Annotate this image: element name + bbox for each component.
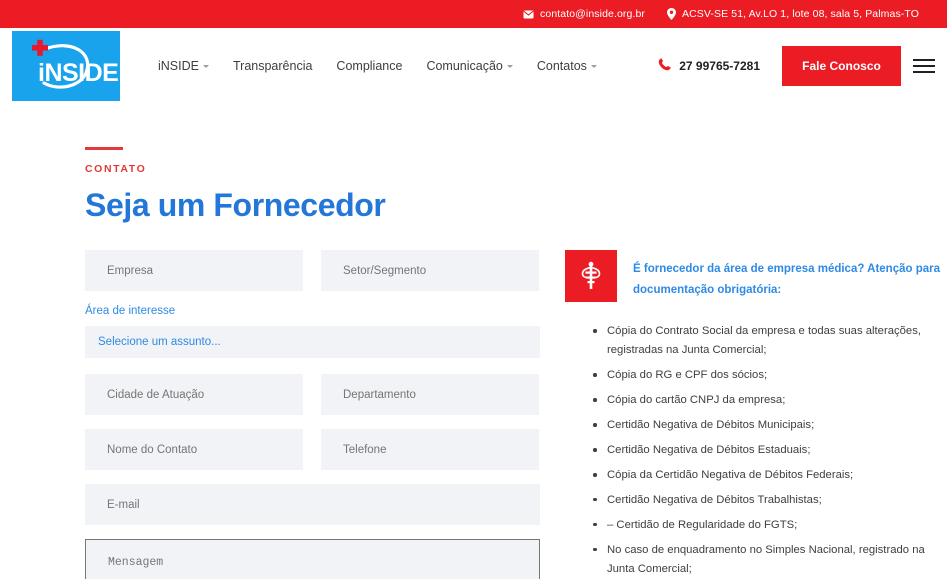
setor-segmento-input[interactable] [321, 250, 539, 291]
list-item: Cópia do cartão CNPJ da empresa; [593, 391, 945, 410]
phone-icon [657, 57, 672, 75]
nav-label: Transparência [232, 58, 313, 73]
supplier-docs-aside: É fornecedor da área de empresa médica? … [565, 250, 945, 579]
page-title: Seja um Fornecedor [85, 187, 386, 223]
topbar-address-text: ACSV-SE 51, Av.LO 1, lote 08, sala 5, Pa… [682, 8, 919, 20]
topbar-address[interactable]: ACSV-SE 51, Av.LO 1, lote 08, sala 5, Pa… [667, 8, 919, 20]
list-item: Certidão Negativa de Débitos Estaduais; [593, 441, 945, 460]
nav-item-transparencia[interactable]: Transparência [233, 59, 312, 73]
medical-supplier-notice-text: É fornecedor da área de empresa médica? … [633, 263, 941, 297]
form-row-1 [85, 250, 540, 291]
site-logo[interactable]: iNSIDE [12, 30, 120, 101]
nav-label: Compliance [336, 58, 403, 73]
mensagem-textarea[interactable] [85, 539, 540, 579]
area-interesse-label: Área de interesse [85, 305, 176, 317]
area-interesse-select[interactable]: Selecione um assunto... [85, 326, 540, 358]
email-input[interactable] [85, 484, 540, 525]
medical-supplier-notice: É fornecedor da área de empresa médica? … [565, 250, 945, 302]
hamburger-menu-icon[interactable] [901, 58, 947, 73]
list-item: Cópia do RG e CPF dos sócios; [593, 366, 945, 385]
required-documents-list: Cópia do Contrato Social da empresa e to… [565, 322, 945, 579]
telefone-input[interactable] [321, 429, 539, 470]
form-row-4 [85, 484, 540, 525]
nome-contato-input[interactable] [85, 429, 303, 470]
nav-label: Comunicação [426, 58, 503, 73]
header-right-actions: 27 99765-7281 Fale Conosco [657, 28, 947, 103]
form-row-5 [85, 539, 540, 579]
nav-label: iNSIDE [158, 58, 199, 73]
form-row-3 [85, 429, 540, 470]
site-header: iNSIDE iNSIDE Transparência Compliance C… [0, 28, 947, 103]
page-content: CONTATO Seja um Fornecedor Área de inter… [0, 147, 947, 579]
chevron-down-icon [590, 65, 597, 68]
nav-item-contatos[interactable]: Contatos [537, 59, 597, 73]
fale-conosco-button[interactable]: Fale Conosco [782, 45, 901, 86]
chevron-down-icon [506, 65, 513, 68]
medical-cross-icon [32, 39, 48, 56]
content-columns: Área de interesse Selecione um assunto..… [85, 250, 940, 579]
header-phone-text: 27 99765-7281 [679, 58, 760, 73]
nav-label: Contatos [536, 58, 587, 73]
logo-graphic: iNSIDE [32, 39, 119, 89]
map-pin-icon [667, 8, 677, 20]
list-item: Cópia da Certidão Negativa de Débitos Fe… [593, 466, 945, 485]
chevron-down-icon [202, 65, 209, 68]
topbar-email-text: contato@inside.org.br [540, 8, 646, 20]
main-navigation: iNSIDE Transparência Compliance Comunica… [158, 59, 597, 73]
nav-item-inside[interactable]: iNSIDE [158, 59, 209, 73]
list-item: Certidão Negativa de Débitos Trabalhista… [593, 491, 945, 510]
departamento-input[interactable] [321, 374, 539, 415]
list-item: Cópia do Contrato Social da empresa e to… [593, 322, 945, 361]
list-item: – Certidão de Regularidade do FGTS; [593, 516, 945, 535]
list-item: Certidão Negativa de Débitos Municipais; [593, 416, 945, 435]
breadcrumb-eyebrow: CONTATO [85, 163, 147, 175]
svg-text:iNSIDE: iNSIDE [38, 59, 118, 87]
nav-item-compliance[interactable]: Compliance [336, 59, 402, 73]
area-interesse-value: Selecione um assunto... [98, 336, 221, 348]
header-phone[interactable]: 27 99765-7281 [657, 57, 760, 75]
empresa-input[interactable] [85, 250, 303, 291]
top-contact-bar: contato@inside.org.br ACSV-SE 51, Av.LO … [0, 0, 947, 28]
nav-item-comunicacao[interactable]: Comunicação [426, 58, 513, 73]
eyebrow-divider [85, 147, 123, 150]
list-item: No caso de enquadramento no Simples Naci… [593, 541, 945, 579]
supplier-form: Área de interesse Selecione um assunto..… [85, 250, 540, 579]
form-row-2 [85, 374, 540, 415]
cidade-atuacao-input[interactable] [85, 374, 303, 415]
topbar-email[interactable]: contato@inside.org.br [523, 8, 645, 20]
caduceus-medical-icon [565, 250, 617, 302]
envelope-icon [523, 10, 534, 19]
